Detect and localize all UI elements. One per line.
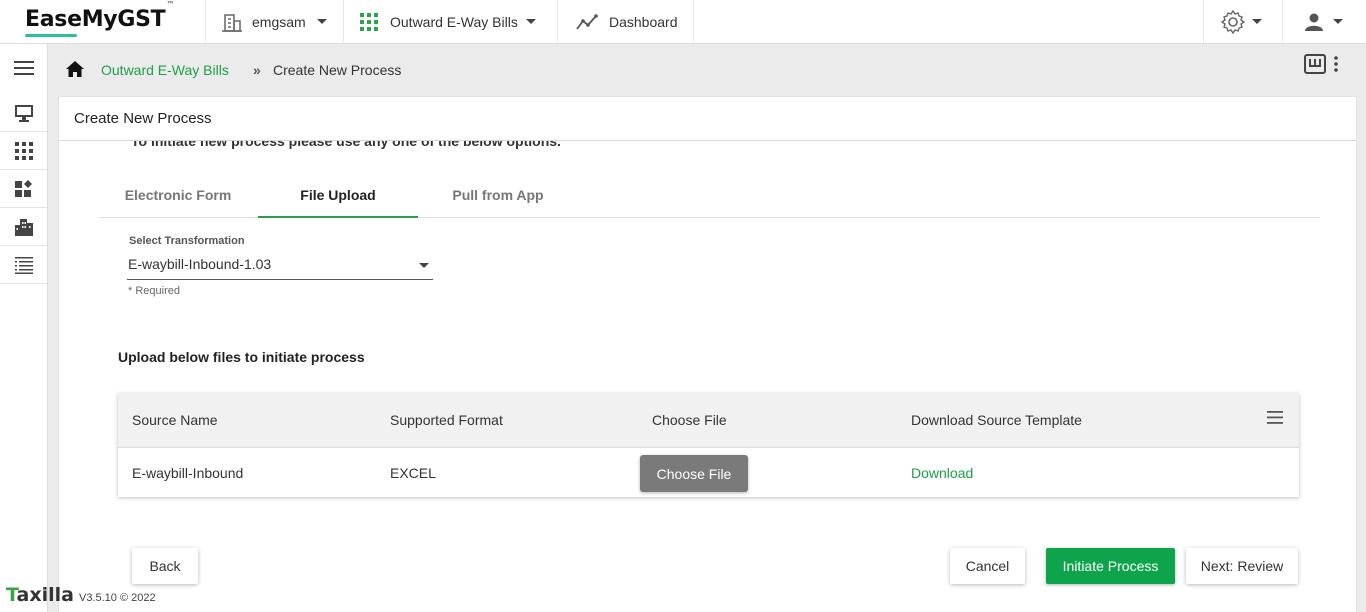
- back-button[interactable]: Back: [132, 548, 198, 584]
- keyboard-icon: [1304, 54, 1326, 74]
- chevron-down-icon: [1252, 19, 1262, 24]
- chevron-down-icon: [1333, 19, 1343, 24]
- org-name: emgsam: [252, 13, 306, 30]
- column-header: Source Name: [132, 412, 218, 428]
- sidebar-item-apps[interactable]: [0, 132, 47, 170]
- grid-icon: [360, 12, 378, 31]
- breadcrumb-separator: »: [253, 62, 261, 78]
- top-bar: EaseMyGST™ emgsam Outward E-Way Bills Da…: [0, 0, 1366, 44]
- module-name: Outward E-Way Bills: [390, 13, 518, 30]
- divider: [1282, 0, 1283, 43]
- trend-icon: [576, 13, 598, 30]
- initiate-process-button[interactable]: Initiate Process: [1046, 548, 1175, 584]
- process-tabs: Electronic Form File Upload Pull from Ap…: [98, 173, 1320, 218]
- choose-file-button[interactable]: Choose File: [640, 455, 748, 492]
- logo-underline: [25, 34, 77, 37]
- upload-table: Source Name Supported Format Choose File…: [118, 393, 1299, 497]
- keyboard-shortcuts-button[interactable]: [1304, 54, 1326, 77]
- format-cell: EXCEL: [390, 465, 436, 481]
- page-title: Create New Process: [74, 110, 212, 127]
- version-text: V3.5.10 © 2022: [79, 592, 156, 604]
- table-header: Source Name Supported Format Choose File…: [118, 393, 1299, 448]
- more-options-button[interactable]: [1333, 55, 1339, 76]
- app-logo[interactable]: EaseMyGST™: [25, 0, 174, 32]
- breadcrumb-current: Create New Process: [273, 62, 402, 78]
- divider: [557, 0, 558, 43]
- module-switcher[interactable]: Outward E-Way Bills: [359, 0, 536, 43]
- sidebar: [0, 44, 48, 612]
- breadcrumb-link[interactable]: Outward E-Way Bills: [101, 62, 229, 78]
- city-icon: [14, 218, 33, 236]
- download-template-link[interactable]: Download: [911, 465, 973, 481]
- taxilla-logo: Taxilla: [6, 584, 74, 606]
- user-icon: [1305, 13, 1323, 31]
- monitor-icon: [14, 104, 33, 122]
- home-icon: [66, 61, 84, 77]
- column-menu-button[interactable]: [1267, 411, 1283, 427]
- hamburger-icon: [13, 61, 34, 75]
- user-menu[interactable]: [1304, 0, 1343, 43]
- widgets-icon: [14, 179, 32, 197]
- settings-menu[interactable]: [1220, 0, 1262, 43]
- next-review-button[interactable]: Next: Review: [1186, 548, 1298, 584]
- upload-heading: Upload below files to initiate process: [118, 349, 365, 365]
- cancel-button[interactable]: Cancel: [950, 548, 1025, 584]
- hamburger-menu-button[interactable]: [0, 48, 47, 88]
- transformation-value: E-waybill-Inbound-1.03: [128, 256, 272, 272]
- column-menu-icon: [1267, 411, 1283, 424]
- column-header: Supported Format: [390, 412, 503, 428]
- home-button[interactable]: [65, 60, 85, 81]
- required-hint: * Required: [128, 285, 180, 297]
- list-icon: [14, 256, 33, 274]
- chevron-down-icon: [525, 19, 536, 24]
- transformation-select[interactable]: E-waybill-Inbound-1.03: [127, 251, 433, 280]
- dashboard-label: Dashboard: [609, 13, 678, 30]
- column-header: Download Source Template: [911, 412, 1082, 428]
- card-header: Create New Process: [59, 97, 1356, 141]
- sidebar-item-widgets[interactable]: [0, 170, 47, 208]
- divider: [343, 0, 344, 43]
- kebab-icon: [1334, 56, 1338, 72]
- column-header: Choose File: [652, 412, 727, 428]
- divider: [693, 0, 694, 43]
- create-process-card: Create New Process To initiate new proce…: [58, 96, 1357, 612]
- chevron-down-icon: [316, 19, 327, 24]
- building-icon: [222, 13, 242, 32]
- chevron-down-icon: [419, 263, 429, 268]
- source-name-cell: E-waybill-Inbound: [132, 465, 244, 481]
- apps-icon: [14, 141, 33, 160]
- divider: [205, 0, 206, 43]
- transformation-label: Select Transformation: [129, 235, 245, 247]
- sidebar-item-monitor[interactable]: [0, 94, 47, 132]
- dashboard-link[interactable]: Dashboard: [576, 0, 678, 43]
- tab-electronic-form[interactable]: Electronic Form: [98, 173, 258, 217]
- gear-icon: [1220, 9, 1246, 34]
- divider: [1203, 0, 1204, 43]
- tab-file-upload[interactable]: File Upload: [258, 173, 418, 218]
- tab-pull-from-app[interactable]: Pull from App: [418, 173, 578, 217]
- org-switcher[interactable]: emgsam: [221, 0, 327, 43]
- sidebar-item-organisations[interactable]: [0, 208, 47, 246]
- sidebar-item-reports[interactable]: [0, 246, 47, 284]
